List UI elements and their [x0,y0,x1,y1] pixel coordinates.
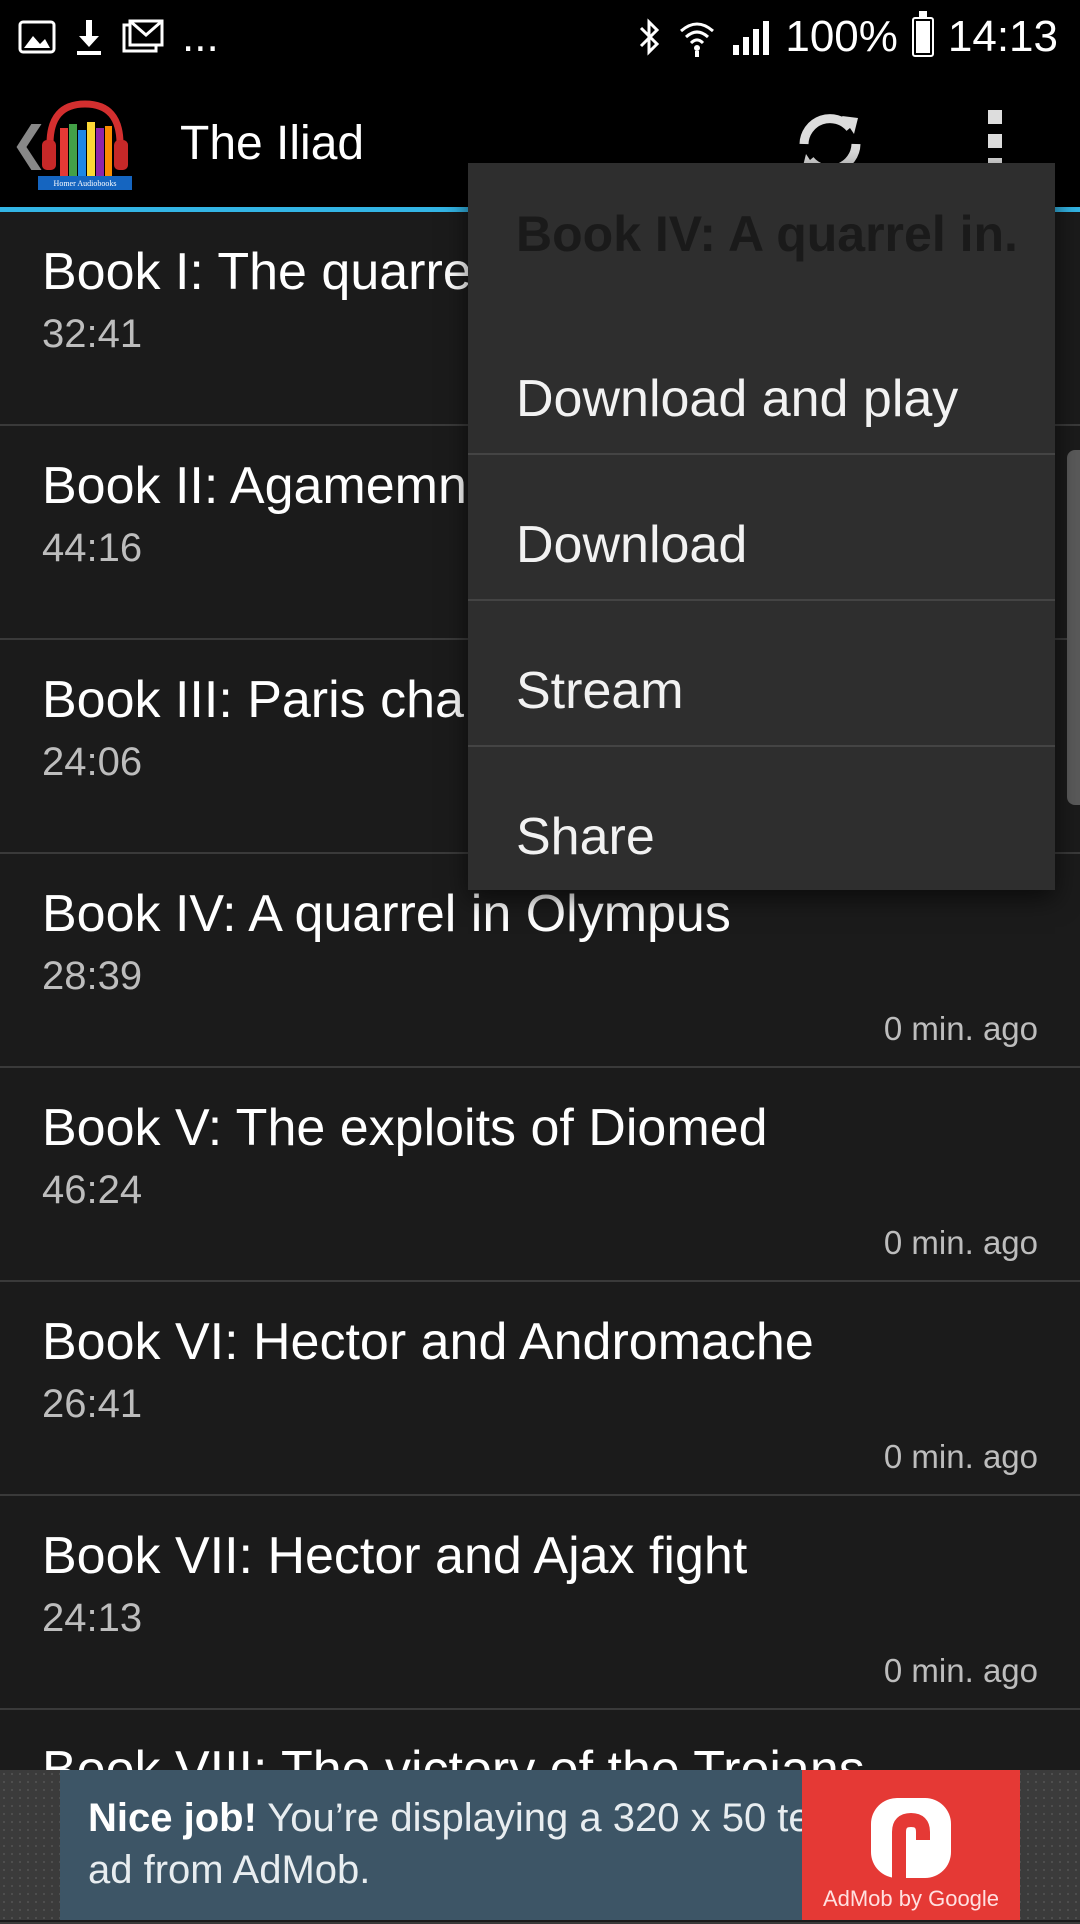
item-title: Book VI: Hector and Andromache [42,1313,814,1371]
menu-item-download[interactable]: Download [468,453,1055,599]
item-last-played: 0 min. ago [883,1438,1038,1475]
status-bar: ... 100% 14:13 [0,0,1080,74]
item-duration: 32:41 [42,312,143,356]
ad-headline: Nice job! [88,1796,257,1840]
item-title: Book VII: Hector and Ajax fight [42,1527,748,1585]
item-title: Book III: Paris cha [42,671,464,729]
signal-icon [733,21,770,55]
admob-logo-mark [871,1798,951,1878]
item-duration: 44:16 [42,526,143,570]
bluetooth-icon [640,18,660,56]
item-duration: 46:24 [42,1168,143,1212]
item-title: Book II: Agamemn [42,457,467,515]
item-duration: 28:39 [42,954,143,998]
wifi-icon [680,22,715,57]
item-duration: 24:06 [42,740,143,784]
item-last-played: 0 min. ago [883,1010,1038,1047]
notification-icons: ... [18,12,219,62]
ad-logo-caption: AdMob by Google [822,1886,1000,1911]
system-icons: 100% 14:13 [637,11,1058,62]
item-duration: 26:41 [42,1382,143,1426]
overflow-dot [988,110,1002,124]
item-title: Book IV: A quarrel in Olympus [42,885,731,943]
ad-banner-area: Nice job! You’re displaying a 320 x 50 t… [0,1770,1080,1920]
list-item[interactable]: Book V: The exploits of Diomed 46:24 0 m… [0,1068,1080,1282]
download-icon [77,20,101,55]
context-menu: Book IV: A quarrel in.. Download and pla… [468,163,1055,890]
clock: 14:13 [947,12,1058,61]
ad-text: Nice job! You’re displaying a 320 x 50 t… [88,1792,848,1896]
menu-item-share[interactable]: Share [468,745,1055,891]
menu-item-download-and-play[interactable]: Download and play [468,309,1055,455]
item-last-played: 0 min. ago [883,1224,1038,1261]
image-icon [18,20,56,54]
menu-item-stream[interactable]: Stream [468,599,1055,745]
item-duration: 24:13 [42,1596,143,1640]
context-menu-title: Book IV: A quarrel in.. [516,206,1016,262]
item-last-played: 0 min. ago [883,1652,1038,1689]
list-item[interactable]: Book VI: Hector and Andromache 26:41 0 m… [0,1282,1080,1496]
scrollbar-thumb[interactable] [1067,450,1080,805]
battery-percent: 100% [785,12,898,61]
admob-logo-icon: AdMob by Google [802,1770,1020,1920]
item-title: Book I: The quarrel [42,243,484,301]
list-item[interactable]: Book VII: Hector and Ajax fight 24:13 0 … [0,1496,1080,1710]
logo-caption: Homer Audiobooks [54,179,117,188]
email-icon [122,19,164,53]
page-title: The Iliad [180,117,365,170]
app-logo[interactable]: Homer Audiobooks [36,96,134,194]
item-title: Book V: The exploits of Diomed [42,1099,768,1157]
ad-banner[interactable]: Nice job! You’re displaying a 320 x 50 t… [60,1770,1020,1920]
overflow-dot [988,134,1002,148]
more-notifications: ... [182,12,219,61]
battery-icon [911,11,934,57]
